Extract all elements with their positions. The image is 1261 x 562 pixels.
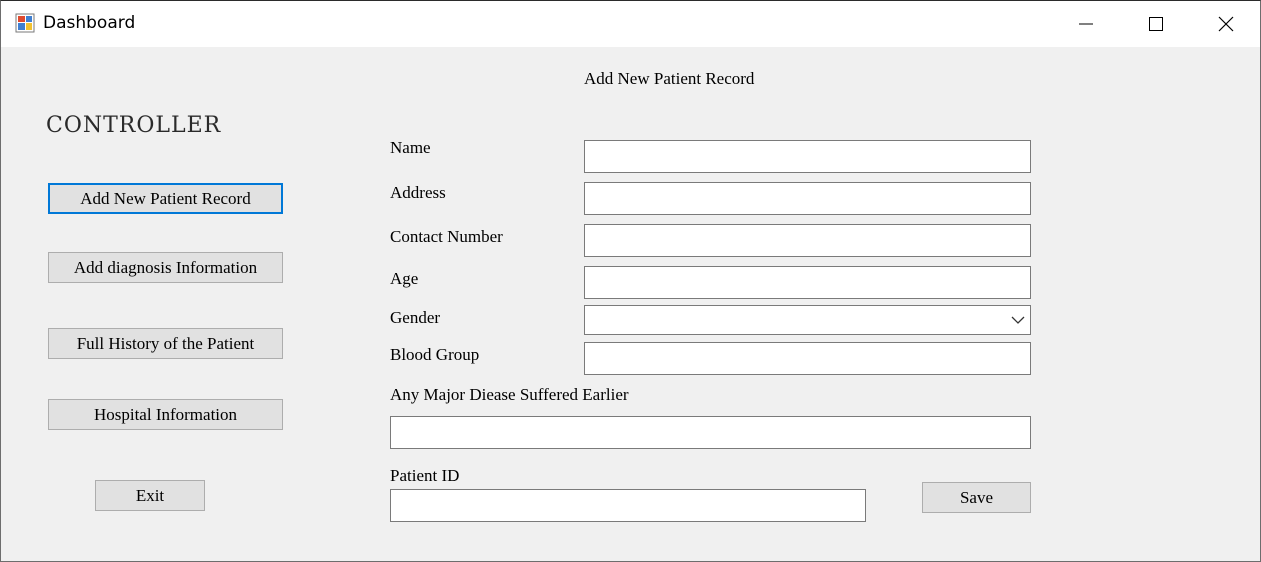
name-field[interactable] (584, 140, 1031, 173)
hospital-information-button[interactable]: Hospital Information (48, 399, 283, 430)
contact-number-field[interactable] (584, 224, 1031, 257)
maximize-button[interactable] (1121, 1, 1191, 47)
major-disease-field[interactable] (390, 416, 1031, 449)
name-label: Name (390, 138, 431, 157)
close-button[interactable] (1191, 1, 1261, 47)
address-label: Address (390, 183, 446, 202)
patient-id-label: Patient ID (390, 466, 460, 485)
maximize-icon (1149, 17, 1163, 31)
age-label: Age (390, 269, 419, 288)
gender-dropdown[interactable] (584, 305, 1031, 335)
exit-button[interactable]: Exit (95, 480, 205, 511)
full-history-button[interactable]: Full History of the Patient (48, 328, 283, 359)
form-heading: Add New Patient Record (584, 69, 755, 88)
save-button[interactable]: Save (922, 482, 1031, 513)
add-new-patient-record-button[interactable]: Add New Patient Record (48, 183, 283, 214)
dashboard-window: Dashboard Add New Patient Record CONTROL… (0, 0, 1261, 562)
title-bar: Dashboard (1, 1, 1260, 47)
close-icon (1218, 16, 1234, 32)
blood-group-label: Blood Group (390, 345, 480, 364)
contact-number-label: Contact Number (390, 227, 503, 246)
add-diagnosis-information-button[interactable]: Add diagnosis Information (48, 252, 283, 283)
minimize-button[interactable] (1051, 1, 1121, 47)
app-window-icon (15, 13, 35, 33)
blood-group-field[interactable] (584, 342, 1031, 375)
controller-heading: CONTROLLER (46, 113, 222, 138)
address-field[interactable] (584, 182, 1031, 215)
major-disease-label: Any Major Diease Suffered Earlier (390, 385, 629, 404)
patient-id-field[interactable] (390, 489, 866, 522)
chevron-down-icon (1011, 316, 1025, 324)
age-field[interactable] (584, 266, 1031, 299)
minimize-icon (1079, 23, 1093, 25)
window-title: Dashboard (43, 13, 136, 33)
gender-label: Gender (390, 308, 441, 327)
